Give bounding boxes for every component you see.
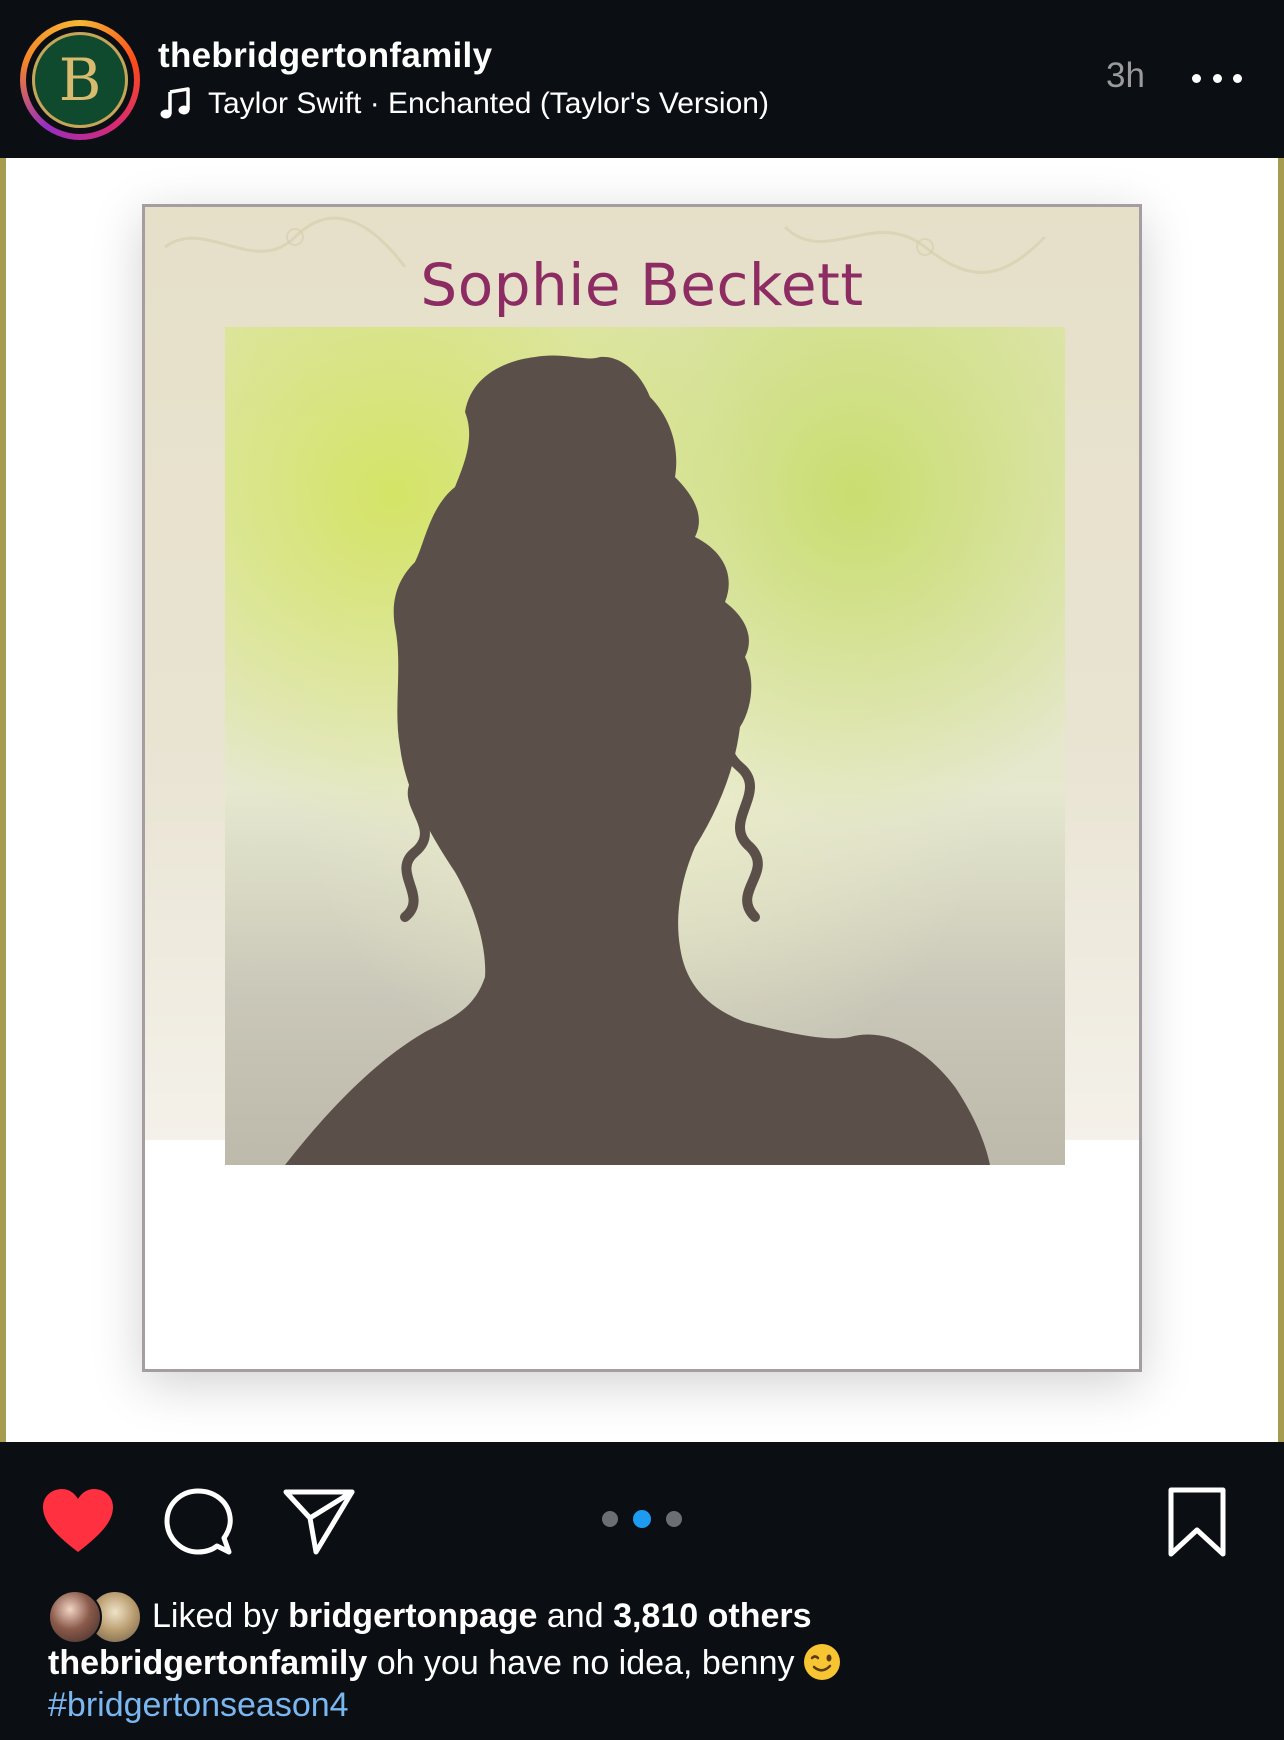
song-link[interactable]: Taylor Swift · Enchanted (Taylor's Versi…: [158, 84, 769, 124]
carousel-dot: [666, 1511, 682, 1527]
woman-silhouette: [285, 355, 990, 1165]
post-time: 3h: [1106, 56, 1145, 95]
avatar: [48, 1590, 102, 1644]
carousel-dot: [602, 1511, 618, 1527]
heart-icon[interactable]: [40, 1486, 116, 1556]
silhouette-portrait: [225, 327, 1065, 1165]
likes-count[interactable]: 3,810 others: [613, 1597, 811, 1636]
music-note-icon: [160, 87, 190, 119]
story-ring[interactable]: B: [20, 20, 140, 140]
likes-and: and: [546, 1596, 604, 1635]
caption-text: oh you have no idea, benny: [376, 1644, 795, 1682]
winking-face-icon: [804, 1644, 841, 1680]
liker-avatars: [48, 1590, 142, 1644]
username[interactable]: thebridgertonfamily: [158, 36, 492, 76]
bookmark-icon[interactable]: [1166, 1486, 1228, 1558]
song-title: Taylor Swift · Enchanted (Taylor's Versi…: [208, 87, 769, 120]
comment-icon[interactable]: [162, 1486, 234, 1558]
liker-username[interactable]: bridgertonpage: [288, 1597, 537, 1636]
send-icon[interactable]: [282, 1486, 356, 1556]
hashtag-link[interactable]: #bridgertonseason4: [48, 1686, 349, 1724]
caption-username[interactable]: thebridgertonfamily: [48, 1644, 367, 1682]
likes-summary[interactable]: Liked by bridgertonpage and 3,810 others: [48, 1590, 812, 1644]
avatar: B: [32, 32, 128, 128]
post-media[interactable]: Sophie Beckett: [0, 158, 1284, 1442]
instagram-post: B thebridgertonfamily Taylor Swift · Enc…: [0, 0, 1284, 1740]
card-title: Sophie Beckett: [420, 251, 864, 319]
post-caption: thebridgertonfamily oh you have no idea,…: [48, 1642, 1248, 1726]
more-options-icon[interactable]: [1192, 58, 1242, 98]
action-bar: [0, 1442, 1284, 1582]
post-header: B thebridgertonfamily Taylor Swift · Enc…: [0, 0, 1284, 158]
carousel-indicator: [602, 1509, 682, 1529]
carousel-dot-active: [633, 1510, 651, 1528]
character-card: Sophie Beckett: [142, 204, 1142, 1372]
likes-prefix: Liked by: [152, 1596, 279, 1635]
